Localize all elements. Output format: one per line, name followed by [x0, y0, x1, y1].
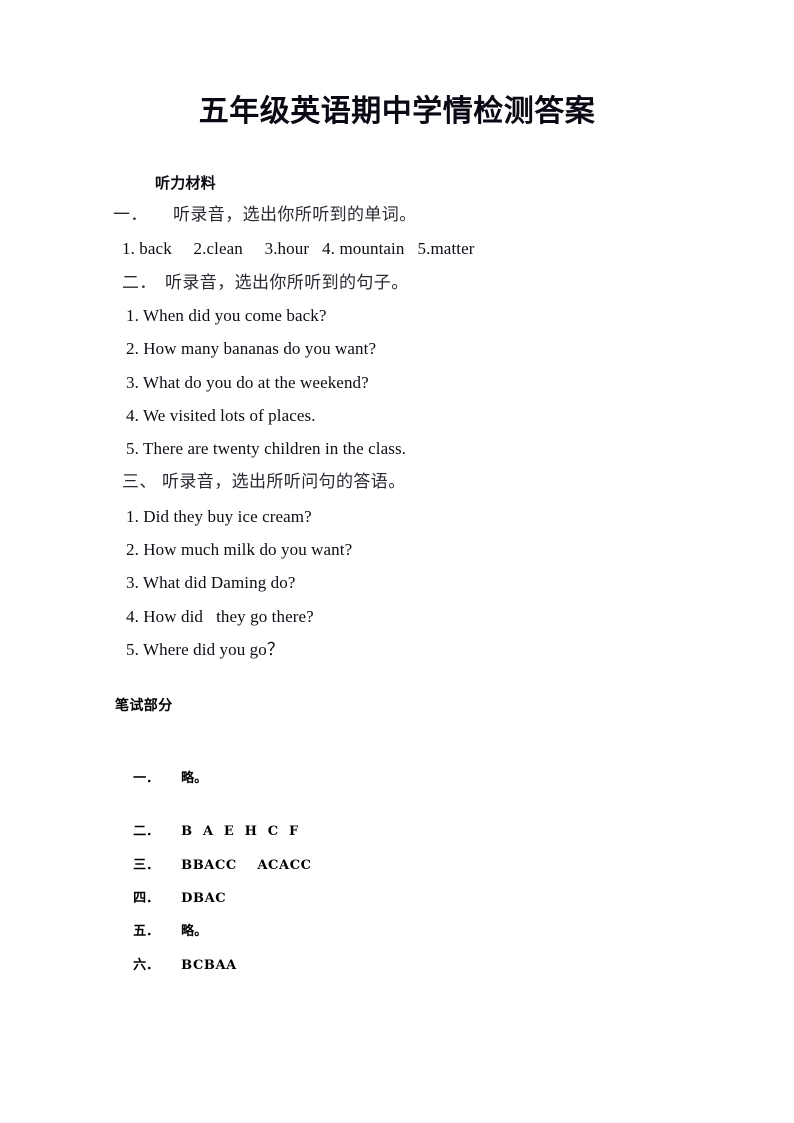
listening-part-two-sentence-1: 1. When did you come back?	[126, 306, 327, 325]
listening-part-one-instruction: 听录音，选出你所听到的单词。	[173, 205, 417, 224]
listening-part-two-sentence-2: 2. How many bananas do you want?	[126, 339, 377, 358]
listening-part-three-instruction: 听录音，选出所听问句的答语。	[162, 472, 406, 491]
answer-number-6: 六．	[133, 958, 160, 973]
listening-part-two-sentence-4: 4. We visited lots of places.	[126, 406, 316, 425]
listening-part-three-sentence-1: 1. Did they buy ice cream?	[126, 507, 312, 526]
listening-part-two-sentence-5: 5. There are twenty children in the clas…	[126, 439, 407, 458]
document-page: 五年级英语期中学情检测答案 听力材料 一． 听录音，选出你所听到的单词。 1. …	[0, 0, 794, 1123]
listening-part-three-number: 三、	[122, 472, 157, 491]
page-title: 五年级英语期中学情检测答案	[198, 95, 596, 128]
listening-part-three-sentence-4: 4. How did they go there?	[126, 607, 314, 626]
listening-part-two-instruction: 听录音，选出你所听到的句子。	[165, 273, 409, 292]
answer-value-1: 略。	[181, 771, 208, 786]
listening-part-two-sentence-3: 3. What do you do at the weekend?	[126, 373, 369, 392]
listening-part-three-sentence-3: 3. What did Daming do?	[126, 573, 296, 592]
answer-value-6: BCBAA	[181, 958, 237, 973]
listening-part-one-items: 1. back 2.clean 3.hour 4. mountain 5.mat…	[122, 239, 475, 258]
listening-section-heading: 听力材料	[155, 174, 216, 192]
written-section-heading: 笔试部分	[115, 698, 173, 714]
answer-number-1: 一．	[133, 771, 160, 786]
listening-part-one-number: 一．	[113, 205, 148, 224]
listening-part-three-sentence-5: 5. Where did you go？	[126, 640, 284, 659]
listening-part-two-number: 二．	[122, 273, 157, 292]
listening-part-three-sentence-2: 2. How much milk do you want?	[126, 540, 353, 559]
answer-row-6: 六． BCBAA	[115, 933, 237, 999]
